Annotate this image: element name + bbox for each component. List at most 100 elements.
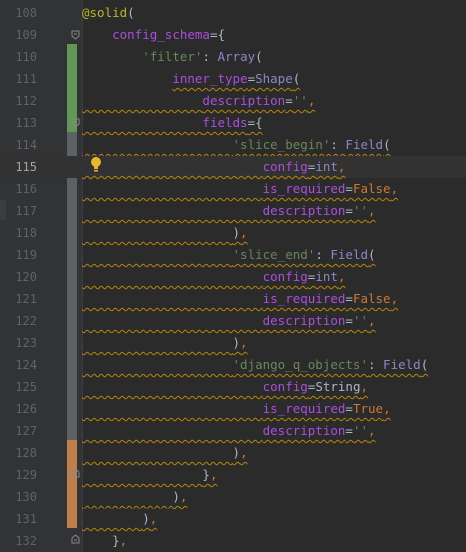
code-text[interactable]: ), xyxy=(82,508,157,530)
code-line[interactable]: 119 'slice_end': Field( xyxy=(0,244,466,266)
line-number[interactable]: 109 xyxy=(0,24,37,46)
code-line[interactable]: 121 is_required=False, xyxy=(0,288,466,310)
code-line[interactable]: 127 description='', xyxy=(0,420,466,442)
code-text[interactable]: description='', xyxy=(82,200,376,222)
line-number[interactable]: 131 xyxy=(0,508,37,530)
code-token: : xyxy=(367,357,384,372)
code-text[interactable]: is_required=False, xyxy=(82,288,399,310)
code-line[interactable]: 116 is_required=False, xyxy=(0,178,466,200)
code-token: : xyxy=(202,49,218,64)
code-line[interactable]: 123 ), xyxy=(0,332,466,354)
line-number[interactable]: 118 xyxy=(0,222,37,244)
fold-open-icon[interactable] xyxy=(71,118,80,128)
line-number[interactable]: 119 xyxy=(0,244,37,266)
code-text[interactable]: is_required=True, xyxy=(82,398,391,420)
line-number[interactable]: 126 xyxy=(0,398,37,420)
line-number[interactable]: 130 xyxy=(0,486,37,508)
code-line[interactable]: 122 description='', xyxy=(0,310,466,332)
code-token: True xyxy=(352,401,384,416)
code-text[interactable]: config_schema={ xyxy=(82,24,225,46)
code-line[interactable]: 120 config=int, xyxy=(0,266,466,288)
code-line[interactable]: 109 config_schema={ xyxy=(0,24,466,46)
code-line[interactable]: 124 'django_q_objects': Field( xyxy=(0,354,466,376)
code-line[interactable]: 114 'slice_begin': Field( xyxy=(0,134,466,156)
code-token: = xyxy=(345,203,353,218)
code-token: String xyxy=(315,379,361,394)
code-text[interactable]: 'django_q_objects': Field( xyxy=(82,354,429,376)
code-text[interactable]: @solid( xyxy=(82,2,135,24)
code-token: ) xyxy=(232,335,241,350)
code-text[interactable]: ), xyxy=(82,332,248,354)
line-number[interactable]: 124 xyxy=(0,354,37,376)
code-line[interactable]: 110 'filter': Array( xyxy=(0,46,466,68)
code-line[interactable]: 118 ), xyxy=(0,222,466,244)
line-number[interactable]: 111 xyxy=(0,68,37,90)
code-editor[interactable]: 108 @solid(109 config_schema={110 'filter… xyxy=(0,0,466,552)
code-token: , xyxy=(240,335,248,350)
code-token: , xyxy=(390,181,399,196)
fold-close-icon[interactable] xyxy=(71,534,80,544)
code-line[interactable]: 129 }, xyxy=(0,464,466,486)
line-number[interactable]: 110 xyxy=(0,46,37,68)
code-text[interactable]: 'slice_end': Field( xyxy=(82,244,376,266)
code-text[interactable]: config=int, xyxy=(82,266,346,288)
code-text[interactable]: 'slice_begin': Field( xyxy=(82,134,391,156)
line-number[interactable]: 127 xyxy=(0,420,37,442)
code-text[interactable]: description='', xyxy=(82,310,376,332)
line-number[interactable]: 122 xyxy=(0,310,37,332)
line-number[interactable]: 115 xyxy=(0,156,37,178)
code-text[interactable]: ), xyxy=(82,486,187,508)
line-number[interactable]: 112 xyxy=(0,90,37,112)
code-text[interactable]: description='', xyxy=(82,420,376,442)
line-number[interactable]: 123 xyxy=(0,332,37,354)
code-text[interactable]: 'filter': Array( xyxy=(82,46,262,68)
code-line[interactable]: 112 description='', xyxy=(0,90,466,112)
fold-close-icon[interactable] xyxy=(71,468,80,478)
fold-open-icon[interactable] xyxy=(71,30,80,40)
code-line[interactable]: 111 inner_type=Shape( xyxy=(0,68,466,90)
line-number[interactable]: 125 xyxy=(0,376,37,398)
line-number[interactable]: 132 xyxy=(0,530,37,552)
line-number[interactable]: 108 xyxy=(0,2,37,24)
code-line[interactable]: 108 @solid( xyxy=(0,2,466,24)
line-number[interactable]: 114 xyxy=(0,134,37,156)
code-token: inner_type xyxy=(172,71,248,86)
code-token: , xyxy=(368,423,376,438)
code-token: '' xyxy=(352,423,369,438)
line-number[interactable]: 121 xyxy=(0,288,37,310)
line-number[interactable]: 117 xyxy=(0,200,37,222)
code-line[interactable]: 132 }, xyxy=(0,530,466,552)
code-text[interactable]: inner_type=Shape( xyxy=(82,68,300,90)
code-text[interactable]: config=int, xyxy=(82,156,346,178)
line-number[interactable]: 128 xyxy=(0,442,37,464)
code-token: @solid xyxy=(82,5,128,20)
code-token: , xyxy=(368,203,376,218)
code-text[interactable]: is_required=False, xyxy=(82,178,399,200)
line-number[interactable]: 113 xyxy=(0,112,37,134)
lightbulb-icon[interactable] xyxy=(89,156,103,174)
code-line[interactable]: 130 ), xyxy=(0,486,466,508)
code-text[interactable]: ), xyxy=(82,442,248,464)
code-line[interactable]: 117 description='', xyxy=(0,200,466,222)
code-line[interactable]: 131 ), xyxy=(0,508,466,530)
code-text[interactable]: ), xyxy=(82,222,248,244)
code-line[interactable]: 125 config=String, xyxy=(0,376,466,398)
code-text[interactable]: description='', xyxy=(82,90,315,112)
code-token: is_required xyxy=(262,181,346,196)
line-number[interactable]: 120 xyxy=(0,266,37,288)
code-line[interactable]: 128 ), xyxy=(0,442,466,464)
code-text[interactable]: }, xyxy=(82,530,127,552)
code-line[interactable]: 113 fields={ xyxy=(0,112,466,134)
code-text[interactable]: }, xyxy=(82,464,217,486)
code-token: Field xyxy=(383,357,421,372)
code-text[interactable]: config=String, xyxy=(82,376,368,398)
code-line[interactable]: 126 is_required=True, xyxy=(0,398,466,420)
code-token: = xyxy=(345,313,353,328)
code-token: is_required xyxy=(262,401,346,416)
line-number[interactable]: 129 xyxy=(0,464,37,486)
line-number[interactable]: 116 xyxy=(0,178,37,200)
code-line[interactable]: 115 config=int, xyxy=(0,156,466,178)
code-text[interactable]: fields={ xyxy=(82,112,262,134)
